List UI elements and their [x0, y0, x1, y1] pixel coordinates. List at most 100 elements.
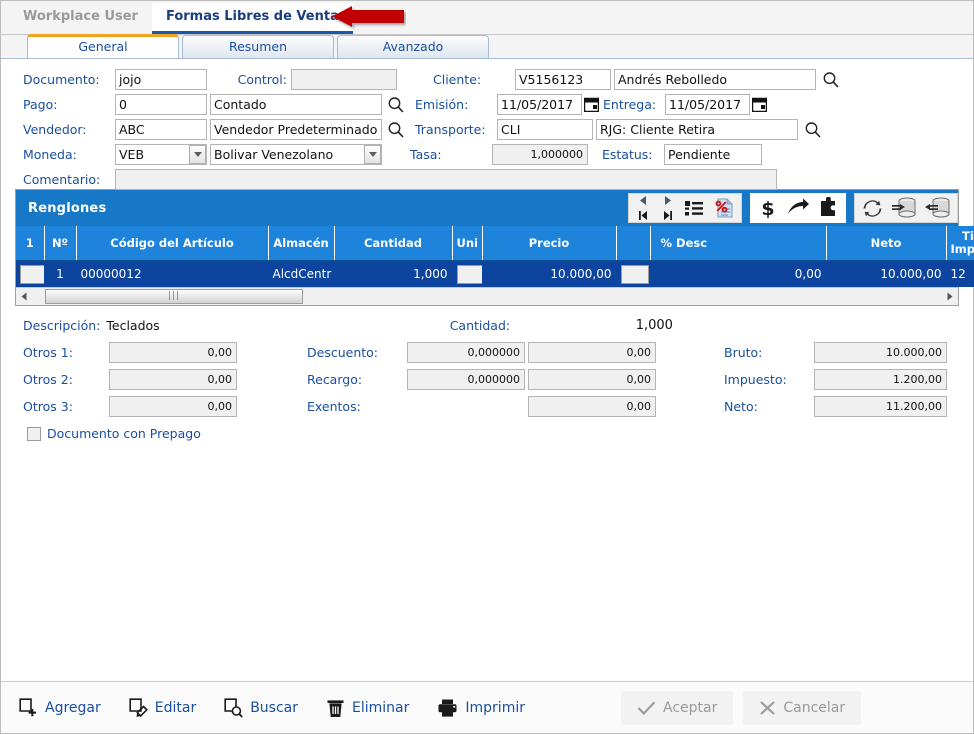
buscar-button[interactable]: Buscar — [214, 691, 308, 725]
moneda-name-value[interactable] — [210, 144, 382, 165]
vendedor-name-input[interactable] — [210, 119, 382, 140]
impuesto-input[interactable] — [814, 369, 947, 390]
scroll-right-arrow-icon[interactable] — [941, 289, 958, 304]
col-cantidad[interactable]: Cantidad — [334, 226, 452, 261]
exentos-input[interactable] — [528, 396, 656, 417]
window-tab-formas-libres-de-venta[interactable]: Formas Libres de Venta — [152, 3, 353, 34]
col-almacen[interactable]: Almacén — [268, 226, 334, 261]
pago-code-input[interactable] — [115, 94, 207, 115]
renglones-grid: 1 Nº Código del Artículo Almacén Cantida… — [16, 226, 974, 287]
cell-select[interactable] — [16, 261, 44, 288]
col-tipo-impuesto[interactable]: Tipo Impuesto — [946, 226, 974, 261]
cliente-name-input[interactable] — [614, 69, 816, 90]
prepago-checkbox-row[interactable]: Documento con Prepago — [27, 426, 973, 441]
cell-desc-box[interactable] — [616, 261, 650, 288]
cell-almacen[interactable]: AlcdCentr — [268, 261, 334, 288]
cell-codigo[interactable]: 00000012 — [76, 261, 268, 288]
transporte-search-icon[interactable] — [804, 121, 822, 139]
estatus-input[interactable] — [664, 144, 762, 165]
col-porcentaje-descuento[interactable]: % Desc — [650, 226, 826, 261]
tab-general[interactable]: General — [27, 34, 179, 58]
cell-precio[interactable]: 10.000,00 — [482, 261, 616, 288]
chevron-down-icon[interactable] — [364, 145, 381, 164]
editar-button[interactable]: Editar — [119, 691, 206, 725]
neto-total-input[interactable] — [814, 396, 947, 417]
vendedor-code-input[interactable] — [115, 119, 207, 140]
comentario-input[interactable] — [115, 169, 777, 190]
nav-next-icon[interactable] — [655, 193, 679, 208]
cancelar-button[interactable]: Cancelar — [743, 691, 861, 725]
window-tab-workplace-user[interactable]: Workplace User — [9, 3, 152, 34]
emision-calendar-icon[interactable] — [584, 97, 599, 112]
scroll-track[interactable]: ||| — [33, 289, 941, 304]
chevron-down-icon[interactable] — [189, 145, 206, 164]
entrega-date-input[interactable] — [665, 94, 750, 115]
refresh-icon[interactable] — [857, 194, 887, 222]
discount-document-icon[interactable] — [709, 194, 739, 222]
cell-tipo-impuesto[interactable]: 12 — [946, 261, 974, 288]
cell-cantidad[interactable]: 1,000 — [334, 261, 452, 288]
tasa-input[interactable] — [492, 144, 588, 165]
nav-first-icon[interactable] — [631, 208, 655, 223]
pago-search-icon[interactable] — [387, 96, 405, 114]
eliminar-label: Eliminar — [352, 700, 409, 716]
col-select[interactable]: 1 — [16, 226, 44, 261]
bottom-action-bar: Agregar Editar Buscar Eliminar Imprimir — [1, 681, 973, 733]
renglones-toolbar: $ — [624, 190, 958, 226]
uni-box[interactable] — [457, 265, 483, 284]
scroll-thumb[interactable]: ||| — [45, 289, 303, 304]
descuento-box[interactable] — [621, 265, 649, 284]
descuento-percent-input[interactable] — [407, 342, 525, 363]
moneda-code-select[interactable] — [115, 144, 207, 165]
eliminar-button[interactable]: Eliminar — [316, 691, 419, 725]
database-import-icon[interactable] — [887, 194, 921, 222]
tab-avanzado[interactable]: Avanzado — [337, 35, 489, 58]
grid-horizontal-scrollbar[interactable]: ||| — [16, 287, 958, 305]
pago-name-input[interactable] — [210, 94, 382, 115]
cliente-search-icon[interactable] — [822, 71, 840, 89]
aceptar-button[interactable]: Aceptar — [621, 691, 733, 725]
recargo-percent-input[interactable] — [407, 369, 525, 390]
line-details: Descripción: Teclados Cantidad: 1,000 Ot… — [1, 306, 973, 442]
cell-porcentaje-descuento[interactable]: 0,00 — [650, 261, 826, 288]
database-export-icon[interactable] — [921, 194, 955, 222]
transporte-name-input[interactable] — [596, 119, 798, 140]
forward-arrow-icon[interactable] — [783, 194, 813, 222]
descuento-amount-input[interactable] — [528, 342, 656, 363]
emision-date-input[interactable] — [497, 94, 582, 115]
table-row[interactable]: 1 00000012 AlcdCentr 1,000 10.000,00 0,0… — [16, 261, 974, 288]
currency-icon[interactable]: $ — [753, 194, 783, 222]
agregar-button[interactable]: Agregar — [9, 691, 111, 725]
row-select-box[interactable] — [20, 265, 44, 284]
col-neto[interactable]: Neto — [826, 226, 946, 261]
scroll-left-arrow-icon[interactable] — [16, 289, 33, 304]
col-codigo-articulo[interactable]: Código del Artículo — [76, 226, 268, 261]
tab-resumen[interactable]: Resumen — [182, 35, 334, 58]
plugin-icon[interactable] — [813, 194, 843, 222]
nav-prev-icon[interactable] — [631, 193, 655, 208]
imprimir-button[interactable]: Imprimir — [427, 691, 535, 725]
bruto-input[interactable] — [814, 342, 947, 363]
prepago-checkbox[interactable] — [27, 427, 41, 441]
entrega-calendar-icon[interactable] — [752, 97, 767, 112]
cliente-code-input[interactable] — [515, 69, 611, 90]
editar-label: Editar — [155, 700, 196, 716]
otros2-input[interactable] — [109, 369, 237, 390]
nav-last-icon[interactable] — [655, 208, 679, 223]
list-icon[interactable] — [679, 194, 709, 222]
recargo-amount-input[interactable] — [528, 369, 656, 390]
vendedor-search-icon[interactable] — [387, 121, 405, 139]
moneda-name-select[interactable] — [210, 144, 382, 165]
transporte-code-input[interactable] — [497, 119, 593, 140]
col-blank[interactable] — [616, 226, 650, 261]
col-numero[interactable]: Nº — [44, 226, 76, 261]
col-uni[interactable]: Uni — [452, 226, 482, 261]
documento-input[interactable] — [115, 69, 207, 90]
cell-neto[interactable]: 10.000,00 — [826, 261, 946, 288]
otros1-input[interactable] — [109, 342, 237, 363]
nav-pad[interactable] — [631, 193, 679, 223]
col-precio[interactable]: Precio — [482, 226, 616, 261]
otros3-input[interactable] — [109, 396, 237, 417]
control-input[interactable] — [291, 69, 397, 90]
cell-uni[interactable] — [452, 261, 482, 288]
